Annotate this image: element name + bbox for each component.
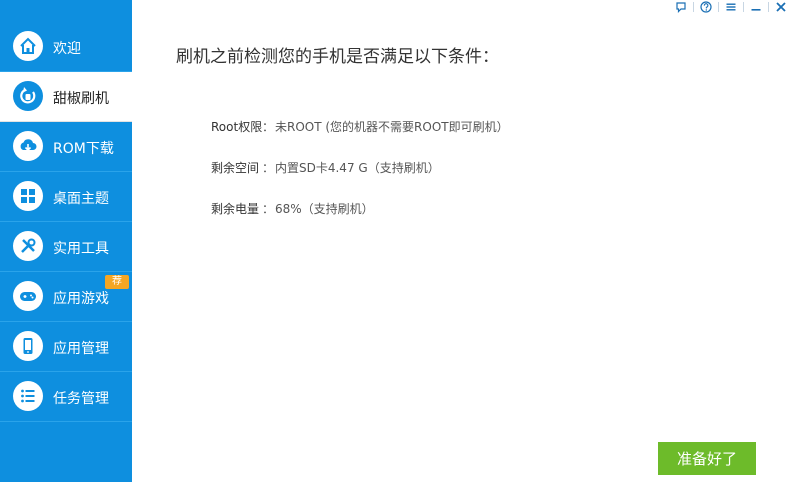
condition-battery: 剩余电量 ：68%（支持刷机）: [211, 200, 374, 217]
condition-label: Root权限: [211, 120, 263, 134]
sidebar-item-label: 桌面主题: [53, 191, 109, 207]
sidebar-item-welcome[interactable]: 欢迎: [0, 22, 132, 72]
condition-colon: ：: [261, 202, 274, 216]
help-icon[interactable]: [694, 0, 718, 14]
sidebar-item-rom-download[interactable]: ROM下载: [0, 122, 132, 172]
recommend-badge: 荐: [105, 275, 129, 289]
gamepad-icon: [13, 281, 43, 311]
chat-icon[interactable]: [669, 0, 693, 14]
sidebar-item-flash[interactable]: 甜椒刷机: [0, 72, 132, 122]
minimize-icon[interactable]: [744, 0, 768, 14]
ready-button[interactable]: 准备好了: [658, 442, 756, 475]
condition-value: 68%（支持刷机）: [275, 202, 374, 216]
sidebar-item-label: ROM下载: [53, 141, 114, 157]
menu-icon[interactable]: [719, 0, 743, 14]
close-icon[interactable]: [769, 0, 793, 14]
condition-root: Root权限：未ROOT (您的机器不需要ROOT即可刷机）: [211, 118, 509, 135]
tools-icon: [13, 231, 43, 261]
refresh-flash-icon: [13, 81, 43, 111]
sidebar-item-app-manager[interactable]: 应用管理: [0, 322, 132, 372]
window-controls: [669, 0, 793, 14]
sidebar-item-label: 应用管理: [53, 341, 109, 357]
cloud-download-icon: [13, 131, 43, 161]
phone-icon: [13, 331, 43, 361]
condition-value: 内置SD卡4.47 G（支持刷机）: [275, 161, 440, 175]
list-icon: [13, 381, 43, 411]
page-title: 刷机之前检测您的手机是否满足以下条件：: [176, 47, 499, 67]
condition-value: 未ROOT (您的机器不需要ROOT即可刷机）: [275, 120, 509, 134]
sidebar-item-label: 实用工具: [53, 241, 109, 257]
sidebar-item-label: 应用游戏: [53, 291, 109, 307]
condition-label: 剩余空间: [211, 161, 260, 175]
sidebar-item-task-manager[interactable]: 任务管理: [0, 372, 132, 422]
condition-label: 剩余电量: [211, 202, 260, 216]
condition-colon: ：: [261, 161, 274, 175]
sidebar-item-desktop-theme[interactable]: 桌面主题: [0, 172, 132, 222]
sidebar-item-apps-games[interactable]: 应用游戏 荐: [0, 272, 132, 322]
sidebar-item-label: 任务管理: [53, 391, 109, 407]
sidebar-item-tools[interactable]: 实用工具: [0, 222, 132, 272]
sidebar-item-label: 欢迎: [53, 41, 81, 57]
home-icon: [13, 31, 43, 61]
condition-storage: 剩余空间 ：内置SD卡4.47 G（支持刷机）: [211, 159, 440, 176]
condition-colon: ：: [261, 120, 274, 134]
grid-theme-icon: [13, 181, 43, 211]
sidebar-item-label: 甜椒刷机: [53, 91, 109, 107]
sidebar: 欢迎 甜椒刷机 ROM下载 桌面主题 实用工具 应用游戏 荐 应用管理 任务管理: [0, 0, 132, 482]
